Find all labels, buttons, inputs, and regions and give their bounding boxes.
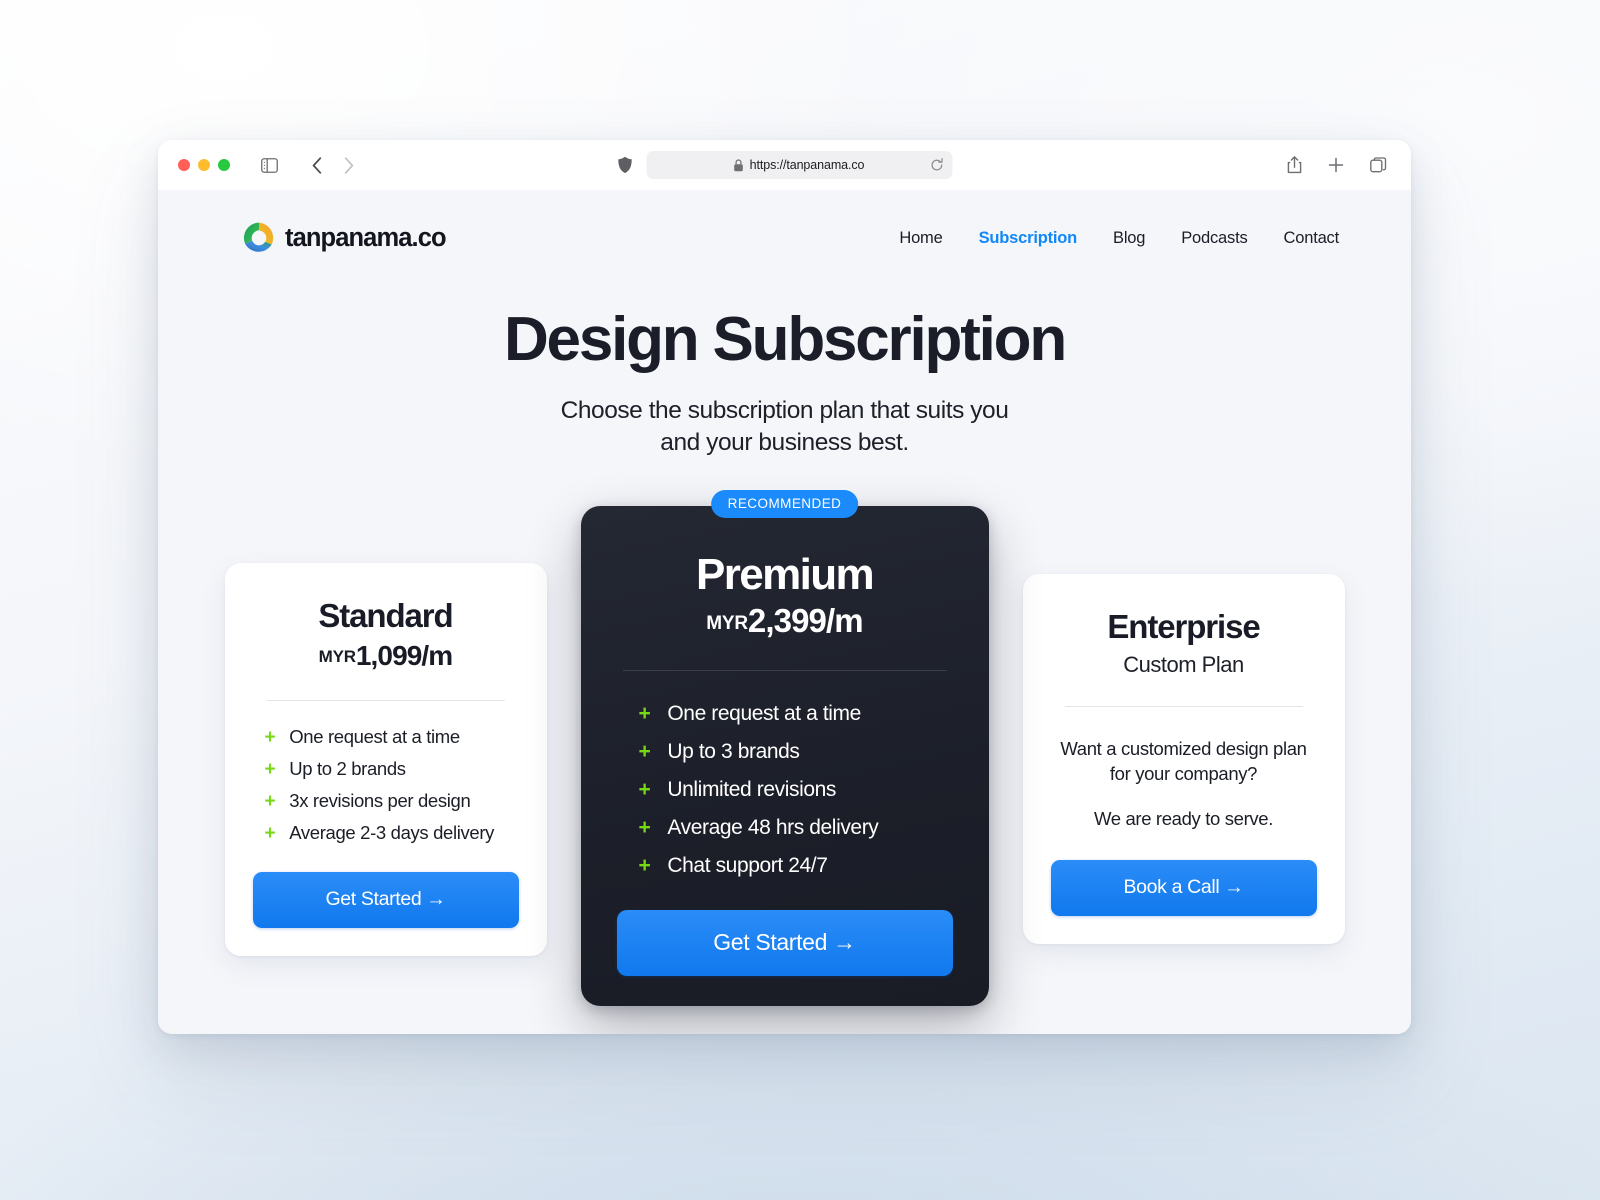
plan-amount-standard: 1,099/m [355,639,453,671]
plus-bullet-icon: + [638,702,651,726]
feature-list-premium: + One request at a time + Up to 3 brands… [617,702,953,878]
book-a-call-button[interactable]: Book a Call → [1050,860,1317,917]
card-divider [266,699,505,701]
plus-bullet-icon: + [264,758,276,780]
plus-icon[interactable] [1323,152,1349,178]
nav-item-home[interactable]: Home [899,229,942,248]
tanpanama-swirl-logo-icon [242,221,276,255]
list-item: + One request at a time [639,702,953,726]
pricing-cards: Standard MYR1,099/m + One request at a t… [158,490,1411,1007]
privacy-shield-icon[interactable] [617,156,632,174]
address-bar-area: https://tanpanama.co [617,151,952,179]
sidebar-toggle-icon[interactable] [256,152,282,178]
site-header: tanpanama.co Home Subscription Blog Podc… [158,190,1411,255]
plus-bullet-icon: + [264,790,276,812]
hero-subtitle-line-2: and your business best. [660,428,909,456]
hero-subtitle: Choose the subscription plan that suits … [158,395,1411,458]
plus-bullet-icon: + [264,822,276,844]
get-started-button-premium[interactable]: Get Started → [616,910,953,977]
list-item: + Chat support 24/7 [639,854,953,878]
nav-item-podcasts[interactable]: Podcasts [1181,229,1247,248]
enterprise-description: Want a customized design plan for your c… [1051,737,1317,832]
plan-card-enterprise: Enterprise Custom Plan Want a customized… [1022,574,1345,945]
card-divider [1064,706,1303,708]
plan-amount-premium: 2,399/m [747,602,864,640]
forward-chevron-icon[interactable] [336,152,362,178]
maximize-window-button[interactable] [218,159,230,171]
nav-item-blog[interactable]: Blog [1113,229,1145,248]
web-page: tanpanama.co Home Subscription Blog Podc… [158,190,1411,1034]
plus-bullet-icon: + [638,740,651,764]
list-item: + Average 48 hrs delivery [639,816,953,840]
enterprise-copy-line-2: We are ready to serve. [1093,808,1274,830]
toolbar-right-actions [1281,152,1395,178]
nav-item-subscription[interactable]: Subscription [979,229,1078,248]
list-item: + Up to 2 brands [265,758,519,780]
minimize-window-button[interactable] [198,159,210,171]
plus-bullet-icon: + [264,726,276,748]
plan-name-standard: Standard [318,596,453,634]
url-text: https://tanpanama.co [749,158,865,172]
list-item: + Unlimited revisions [639,778,953,802]
browser-toolbar: https://tanpanama.co [158,140,1411,190]
feature-text: Up to 3 brands [667,740,800,764]
feature-text: Up to 2 brands [289,757,406,779]
hero-section: Design Subscription Choose the subscript… [158,305,1411,458]
brand-name: tanpanama.co [285,223,447,252]
reload-icon[interactable] [930,158,943,172]
nav-item-contact[interactable]: Contact [1284,229,1340,248]
card-divider [622,670,947,672]
list-item: + 3x revisions per design [265,790,519,812]
plan-currency-premium: MYR [706,613,748,635]
plan-name-premium: Premium [695,550,875,600]
browser-window: https://tanpanama.co tanpanama.co Home S… [158,140,1411,1034]
feature-text: One request at a time [667,702,861,726]
page-title: Design Subscription [503,305,1067,374]
get-started-button-standard[interactable]: Get Started → [252,871,519,928]
feature-text: One request at a time [289,725,460,747]
plan-subtitle-enterprise: Custom Plan [1123,652,1244,678]
plan-card-standard: Standard MYR1,099/m + One request at a t… [224,562,547,956]
status-badge-recommended: RECOMMENDED [710,490,859,519]
back-chevron-icon[interactable] [304,152,330,178]
plan-currency-standard: MYR [318,646,356,666]
feature-text: Unlimited revisions [667,778,836,802]
plan-price-standard: MYR1,099/m [253,640,519,672]
tab-overview-icon[interactable] [1365,152,1391,178]
feature-text: Average 2-3 days delivery [289,821,495,843]
plan-price-premium: MYR2,399/m [617,602,953,640]
plan-name-enterprise: Enterprise [1107,608,1260,646]
feature-text: 3x revisions per design [289,789,471,811]
plus-bullet-icon: + [638,854,651,878]
enterprise-copy-line-1: Want a customized design plan for your c… [1060,738,1307,784]
plus-bullet-icon: + [638,816,651,840]
hero-subtitle-line-1: Choose the subscription plan that suits … [560,397,1009,425]
lock-icon [734,158,744,172]
url-content: https://tanpanama.co [734,158,865,172]
close-window-button[interactable] [178,159,190,171]
window-traffic-lights [178,159,230,171]
plus-bullet-icon: + [638,778,651,802]
feature-text: Chat support 24/7 [667,854,828,878]
url-bar[interactable]: https://tanpanama.co [646,151,952,179]
share-icon[interactable] [1281,152,1307,178]
brand-logo[interactable]: tanpanama.co [242,221,447,255]
list-item: + One request at a time [265,726,519,748]
list-item: + Up to 3 brands [639,740,953,764]
list-item: + Average 2-3 days delivery [265,822,519,844]
main-navigation: Home Subscription Blog Podcasts Contact [899,229,1339,248]
feature-text: Average 48 hrs delivery [667,816,879,840]
plan-card-premium: RECOMMENDED Premium MYR2,399/m + One req… [580,490,989,1007]
feature-list-standard: + One request at a time + Up to 2 brands… [253,726,519,844]
